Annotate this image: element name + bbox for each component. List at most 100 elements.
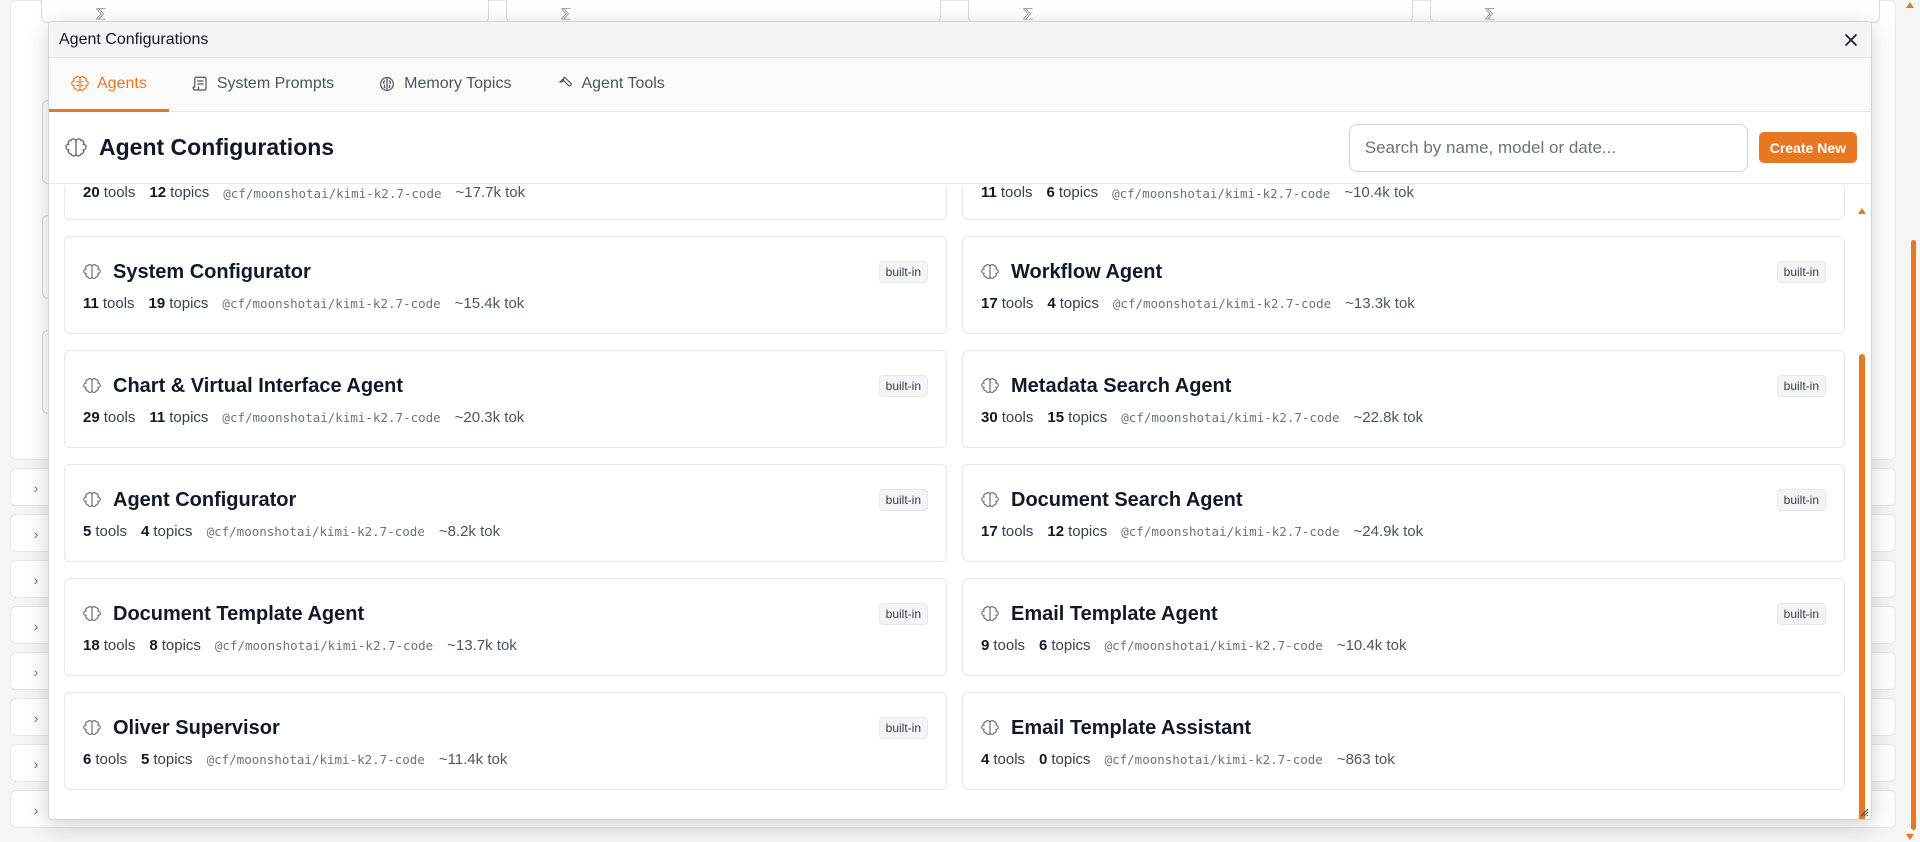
tools-label: tools <box>103 637 136 654</box>
tab-system-prompts[interactable]: System Prompts <box>169 58 356 112</box>
scroll-down-arrow[interactable] <box>1906 834 1914 840</box>
model-id: @cf/moonshotai/kimi-k2.7-code <box>1104 638 1323 653</box>
agent-name: Agent Configurator <box>113 488 297 511</box>
brain-outline-icon <box>380 76 395 91</box>
tab-agent-tools-label: Agent Tools <box>581 74 665 92</box>
search-input[interactable] <box>1348 123 1748 172</box>
brain-icon <box>71 75 89 91</box>
topics-label: topics <box>1068 409 1108 426</box>
tools-count: 9 <box>981 637 990 654</box>
built-in-badge: built-in <box>1776 489 1826 511</box>
token-estimate: ~10.4k tok <box>1344 186 1414 201</box>
agent-stats: 6 tools 5 topics @cf/moonshotai/kimi-k2.… <box>83 751 928 768</box>
agent-card[interactable]: System Configurator built-in 11 tools 19… <box>64 236 947 334</box>
topics-count: 4 <box>141 523 150 540</box>
create-new-button[interactable]: Create New <box>1758 132 1857 163</box>
model-id: @cf/moonshotai/kimi-k2.7-code <box>1112 296 1332 311</box>
token-estimate: ~24.9k tok <box>1353 523 1424 540</box>
token-estimate: ~20.3k tok <box>454 409 525 426</box>
tools-count: 17 <box>981 295 998 312</box>
agent-card[interactable]: Metadata Search Agent built-in 30 tools … <box>962 350 1845 448</box>
model-id: @cf/moonshotai/kimi-k2.7-code <box>1121 410 1340 425</box>
scroll-up-arrow[interactable] <box>1906 2 1914 8</box>
tools-count: 20 <box>83 186 100 201</box>
agent-card[interactable]: Email Template Assistant 4 tools 0 topic… <box>962 692 1845 790</box>
page-title: Agent Configurations <box>99 134 335 160</box>
close-icon <box>1845 33 1857 46</box>
brain-icon <box>83 264 101 280</box>
agent-card[interactable]: 11 tools 6 topics @cf/moonshotai/kimi-k2… <box>962 186 1845 220</box>
token-estimate: ~15.4k tok <box>454 295 525 312</box>
agent-stats: 18 tools 8 topics @cf/moonshotai/kimi-k2… <box>83 637 928 654</box>
agent-stats: 30 tools 15 topics @cf/moonshotai/kimi-k… <box>981 409 1826 426</box>
topics-label: topics <box>1051 751 1091 768</box>
agent-card-header: Email Template Assistant <box>981 715 1826 741</box>
model-id: @cf/moonshotai/kimi-k2.7-code <box>223 186 442 201</box>
built-in-badge: built-in <box>878 717 928 739</box>
built-in-badge: built-in <box>1776 603 1826 625</box>
scroll-up-arrow[interactable] <box>1858 208 1866 214</box>
tools-label: tools <box>1001 295 1034 312</box>
agent-name: Document Search Agent <box>1011 488 1243 511</box>
tools-count: 17 <box>981 523 998 540</box>
agent-name: Document Template Agent <box>113 602 365 625</box>
agent-name: System Configurator <box>113 260 311 283</box>
background-card: ⅀ <box>968 0 1413 23</box>
tab-agent-tools[interactable]: Agent Tools <box>533 58 686 112</box>
agent-card-header: Agent Configurator built-in <box>83 487 928 513</box>
topics-count: 12 <box>1047 523 1065 540</box>
scrollbar-thumb[interactable] <box>1911 240 1916 830</box>
close-button[interactable] <box>1841 30 1861 50</box>
tab-agents-label: Agents <box>97 74 147 92</box>
tools-label: tools <box>103 409 136 426</box>
scrollbar-thumb[interactable] <box>1859 354 1865 819</box>
resize-handle-icon[interactable] <box>1859 807 1869 817</box>
topics-label: topics <box>169 409 209 426</box>
built-in-badge: built-in <box>878 375 928 397</box>
background-card: ⅀ <box>1430 0 1880 23</box>
dialog-window-title: Agent Configurations <box>59 30 209 48</box>
model-id: @cf/moonshotai/kimi-k2.7-code <box>222 296 441 311</box>
tab-memory-topics[interactable]: Memory Topics <box>356 58 533 112</box>
built-in-badge: built-in <box>878 603 928 625</box>
agent-card[interactable]: 20 tools 12 topics @cf/moonshotai/kimi-k… <box>64 186 947 220</box>
topics-label: topics <box>153 523 193 540</box>
agent-stats: 5 tools 4 topics @cf/moonshotai/kimi-k2.… <box>83 523 928 540</box>
agent-card[interactable]: Agent Configurator built-in 5 tools 4 to… <box>64 464 947 562</box>
built-in-badge: built-in <box>878 261 928 283</box>
brain-icon <box>981 606 999 622</box>
chevron-right-icon: › <box>33 480 39 496</box>
topics-count: 8 <box>149 637 158 654</box>
topics-count: 12 <box>149 186 167 201</box>
brain-icon <box>83 720 101 736</box>
page-scrollbar[interactable] <box>1906 0 1918 842</box>
agent-card[interactable]: Email Template Agent built-in 9 tools 6 … <box>962 578 1845 676</box>
topics-count: 19 <box>148 295 166 312</box>
scroll-icon <box>192 76 207 91</box>
agent-stats: 11 tools 6 topics @cf/moonshotai/kimi-k2… <box>981 186 1826 221</box>
agent-card[interactable]: Oliver Supervisor built-in 6 tools 5 top… <box>64 692 947 790</box>
topics-count: 6 <box>1046 186 1055 201</box>
tab-system-prompts-label: System Prompts <box>216 74 335 92</box>
agent-card-grid: 20 tools 12 topics @cf/moonshotai/kimi-k… <box>64 186 1845 790</box>
agent-card[interactable]: Chart & Virtual Interface Agent built-in… <box>64 350 947 448</box>
agent-stats: 11 tools 19 topics @cf/moonshotai/kimi-k… <box>83 295 928 312</box>
tools-count: 11 <box>981 186 997 201</box>
token-estimate: ~11.4k tok <box>438 751 508 768</box>
dialog-scrollbar[interactable] <box>1857 186 1867 819</box>
tools-count: 11 <box>83 295 99 312</box>
token-estimate: ~17.7k tok <box>455 186 526 201</box>
tools-label: tools <box>993 751 1026 768</box>
built-in-badge: built-in <box>1776 261 1826 283</box>
tab-agents[interactable]: Agents <box>49 58 169 112</box>
tools-label: tools <box>103 186 136 201</box>
agent-card[interactable]: Workflow Agent built-in 17 tools 4 topic… <box>962 236 1845 334</box>
model-id: @cf/moonshotai/kimi-k2.7-code <box>1112 186 1331 201</box>
model-id: @cf/moonshotai/kimi-k2.7-code <box>206 752 425 767</box>
model-id: @cf/moonshotai/kimi-k2.7-code <box>222 410 441 425</box>
agent-card[interactable]: Document Template Agent built-in 18 tool… <box>64 578 947 676</box>
agent-card[interactable]: Document Search Agent built-in 17 tools … <box>962 464 1845 562</box>
topics-count: 0 <box>1039 751 1048 768</box>
tools-label: tools <box>1000 186 1033 201</box>
token-estimate: ~13.7k tok <box>447 637 517 654</box>
